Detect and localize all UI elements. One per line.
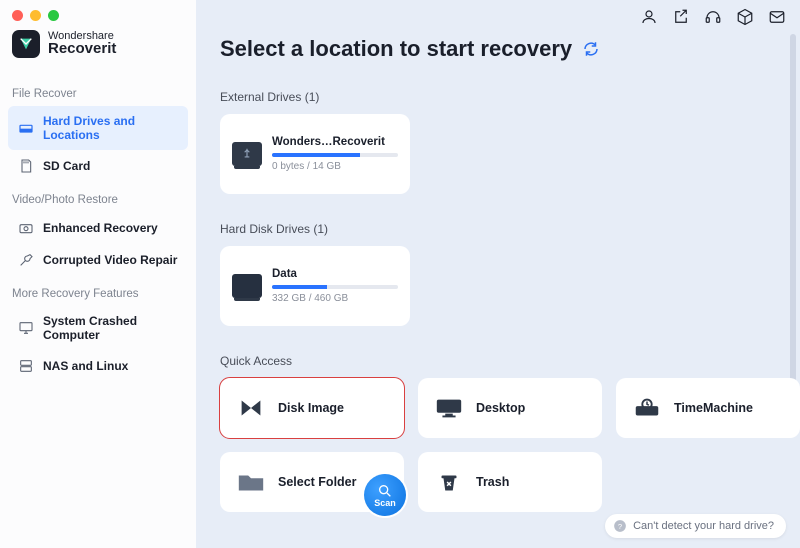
quick-timemachine[interactable]: TimeMachine	[616, 378, 800, 438]
sd-card-icon	[18, 158, 34, 174]
drive-capacity: 0 bytes / 14 GB	[272, 161, 398, 172]
sidebar-item-label: SD Card	[43, 159, 90, 173]
folder-icon	[234, 468, 268, 496]
quick-trash[interactable]: Trash	[418, 452, 602, 512]
external-drives-label: External Drives (1)	[220, 90, 800, 104]
sidebar-item-label: System Crashed Computer	[43, 314, 178, 342]
main-panel: Select a location to start recovery Exte…	[196, 0, 800, 548]
quick-label: TimeMachine	[674, 401, 753, 415]
quick-desktop[interactable]: Desktop	[418, 378, 602, 438]
app-window: Wondershare Recoverit File Recover Hard …	[0, 0, 800, 548]
wrench-icon	[18, 252, 34, 268]
sidebar-item-label: NAS and Linux	[43, 359, 128, 373]
hdd-label: Hard Disk Drives (1)	[220, 222, 800, 236]
quick-select-folder[interactable]: Select Folder Scan	[220, 452, 404, 512]
page-title: Select a location to start recovery	[220, 36, 572, 62]
sidebar: Wondershare Recoverit File Recover Hard …	[0, 0, 196, 548]
quick-label: Trash	[476, 475, 509, 489]
sidebar-item-corrupted-video[interactable]: Corrupted Video Repair	[8, 244, 188, 276]
sidebar-item-system-crashed[interactable]: System Crashed Computer	[8, 306, 188, 350]
sidebar-section-title: More Recovery Features	[0, 276, 196, 306]
quick-label: Select Folder	[278, 475, 357, 489]
sidebar-item-nas-linux[interactable]: NAS and Linux	[8, 350, 188, 382]
help-icon: ?	[613, 519, 627, 533]
svg-text:?: ?	[618, 522, 622, 531]
sidebar-item-enhanced-recovery[interactable]: Enhanced Recovery	[8, 212, 188, 244]
window-controls	[12, 10, 59, 21]
brand-line2: Recoverit	[48, 41, 116, 58]
desktop-icon	[432, 394, 466, 422]
hdd-card[interactable]: Data 332 GB / 460 GB	[220, 246, 410, 326]
usb-drive-icon	[232, 142, 262, 166]
help-detect-drive[interactable]: ? Can't detect your hard drive?	[605, 514, 786, 538]
quick-label: Disk Image	[278, 401, 344, 415]
reload-icon[interactable]	[582, 40, 600, 58]
server-icon	[18, 358, 34, 374]
hdd-icon	[18, 120, 34, 136]
drive-name: Wonders…Recoverit	[272, 136, 398, 148]
sidebar-item-hard-drives[interactable]: Hard Drives and Locations	[8, 106, 188, 150]
sidebar-item-label: Hard Drives and Locations	[43, 114, 178, 142]
quick-label: Desktop	[476, 401, 525, 415]
logo-mark-icon	[12, 30, 40, 58]
sidebar-item-label: Corrupted Video Repair	[43, 253, 177, 267]
close-window-button[interactable]	[12, 10, 23, 21]
maximize-window-button[interactable]	[48, 10, 59, 21]
quick-access-label: Quick Access	[220, 354, 800, 368]
sidebar-section-title: Video/Photo Restore	[0, 182, 196, 212]
camera-icon	[18, 220, 34, 236]
usage-bar	[272, 153, 398, 157]
drive-capacity: 332 GB / 460 GB	[272, 293, 398, 304]
monitor-icon	[18, 320, 34, 336]
trash-icon	[432, 468, 466, 496]
timemachine-icon	[630, 394, 664, 422]
drive-name: Data	[272, 268, 398, 280]
usage-bar	[272, 285, 398, 289]
hdd-icon	[232, 274, 262, 298]
help-text: Can't detect your hard drive?	[633, 520, 774, 532]
scan-label: Scan	[374, 498, 396, 508]
quick-disk-image[interactable]: Disk Image	[220, 378, 404, 438]
sidebar-section-title: File Recover	[0, 76, 196, 106]
scan-button[interactable]: Scan	[364, 474, 406, 516]
logo: Wondershare Recoverit	[0, 30, 196, 76]
scrollbar[interactable]	[790, 34, 796, 384]
minimize-window-button[interactable]	[30, 10, 41, 21]
sidebar-item-sd-card[interactable]: SD Card	[8, 150, 188, 182]
disk-image-icon	[234, 394, 268, 422]
sidebar-item-label: Enhanced Recovery	[43, 221, 158, 235]
external-drive-card[interactable]: Wonders…Recoverit 0 bytes / 14 GB	[220, 114, 410, 194]
